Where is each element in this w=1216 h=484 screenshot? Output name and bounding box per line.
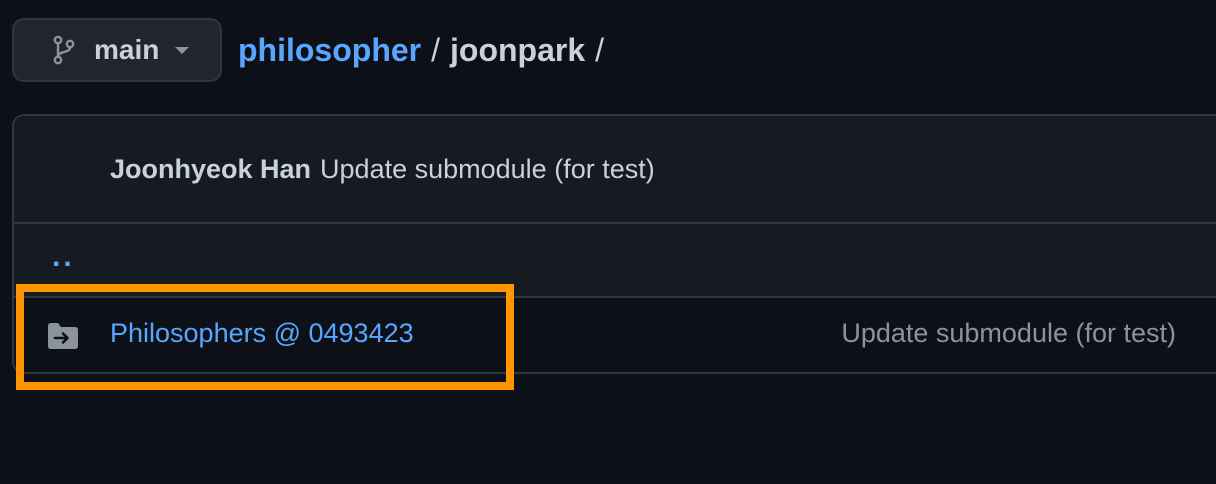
file-list: Joonhyeok Han Update submodule (for test… xyxy=(12,114,1216,374)
git-branch-icon xyxy=(48,34,80,66)
commit-author[interactable]: Joonhyeok Han xyxy=(110,154,311,185)
commit-message[interactable]: Update submodule (for test) xyxy=(320,154,655,185)
branch-name: main xyxy=(94,34,160,65)
breadcrumb-current-folder: joonpark xyxy=(450,31,586,68)
parent-directory-row[interactable]: .. xyxy=(14,224,1216,298)
breadcrumb-trailing-separator: / xyxy=(595,31,605,68)
submodule-link[interactable]: Philosophers @ 0493423 xyxy=(110,318,414,349)
latest-commit-bar: Joonhyeok Han Update submodule (for test… xyxy=(14,116,1216,224)
caret-down-icon xyxy=(175,46,190,54)
file-commit-message[interactable]: Update submodule (for test) xyxy=(841,318,1176,349)
branch-selector-button[interactable]: main xyxy=(12,18,222,82)
breadcrumb: philosopher / joonpark / xyxy=(238,28,614,72)
submodule-folder-icon xyxy=(46,322,80,350)
parent-directory-link[interactable]: .. xyxy=(52,240,75,274)
breadcrumb-repo-link[interactable]: philosopher xyxy=(238,32,421,69)
breadcrumb-separator: / xyxy=(431,31,440,68)
file-row[interactable]: Philosophers @ 0493423 Update submodule … xyxy=(14,298,1216,372)
